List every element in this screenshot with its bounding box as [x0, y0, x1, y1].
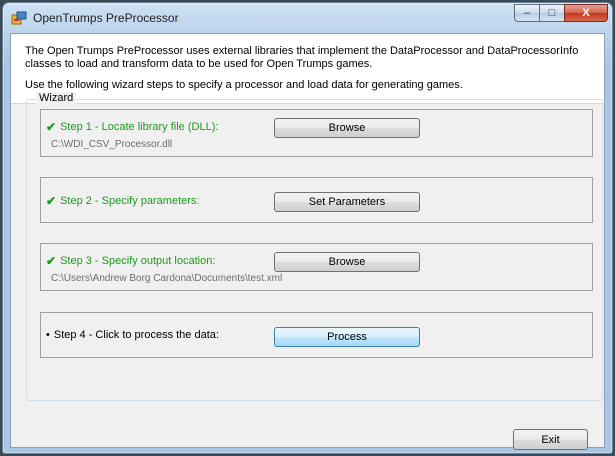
- browse-library-button[interactable]: Browse: [274, 118, 420, 138]
- maximize-button[interactable]: □: [539, 4, 565, 22]
- intro-text: The Open Trumps PreProcessor uses extern…: [25, 45, 579, 70]
- title-bar[interactable]: OpenTrumps PreProcessor – □ X: [3, 3, 612, 33]
- step-1-label: Step 1 - Locate library file (DLL):: [60, 121, 219, 133]
- app-window: OpenTrumps PreProcessor – □ X The Open T…: [2, 2, 613, 454]
- step-3-panel: ✔ Step 3 - Specify output location: C:\U…: [40, 243, 593, 291]
- checkmark-icon: ✔: [46, 120, 57, 134]
- checkmark-icon: ✔: [46, 254, 57, 268]
- step-3-title: ✔ Step 3 - Specify output location:: [46, 254, 215, 268]
- step-4-label: Step 4 - Click to process the data:: [53, 329, 219, 341]
- step-4-title: • Step 4 - Click to process the data:: [46, 329, 219, 341]
- step-3-path: C:\Users\Andrew Borg Cardona\Documents\t…: [51, 273, 283, 284]
- process-button[interactable]: Process: [274, 327, 420, 347]
- step-2-title: ✔ Step 2 - Specify parameters:: [46, 194, 199, 208]
- intro-panel: The Open Trumps PreProcessor uses extern…: [11, 34, 604, 104]
- step-1-title: ✔ Step 1 - Locate library file (DLL):: [46, 120, 218, 134]
- exit-button[interactable]: Exit: [513, 429, 588, 450]
- step-1-panel: ✔ Step 1 - Locate library file (DLL): C:…: [40, 109, 593, 157]
- browse-output-button[interactable]: Browse: [274, 252, 420, 272]
- minimize-icon: –: [523, 7, 531, 19]
- wizard-group-label: Wizard: [36, 92, 77, 104]
- minimize-button[interactable]: –: [514, 4, 540, 22]
- set-parameters-button[interactable]: Set Parameters: [274, 192, 420, 212]
- bullet-icon: •: [46, 329, 50, 341]
- app-window-icon: [11, 11, 27, 25]
- instructions-text: Use the following wizard steps to specif…: [25, 79, 463, 91]
- close-button[interactable]: X: [564, 4, 608, 22]
- caption-buttons: – □ X: [514, 4, 608, 22]
- step-2-panel: ✔ Step 2 - Specify parameters: Set Param…: [40, 177, 593, 223]
- window-title: OpenTrumps PreProcessor: [33, 11, 179, 25]
- step-3-label: Step 3 - Specify output location:: [60, 255, 216, 267]
- step-4-panel: • Step 4 - Click to process the data: Pr…: [40, 312, 593, 358]
- checkmark-icon: ✔: [46, 194, 57, 208]
- step-2-label: Step 2 - Specify parameters:: [60, 195, 200, 207]
- close-icon: X: [582, 7, 590, 19]
- maximize-icon: □: [548, 7, 556, 19]
- step-1-path: C:\WDI_CSV_Processor.dll: [51, 139, 173, 150]
